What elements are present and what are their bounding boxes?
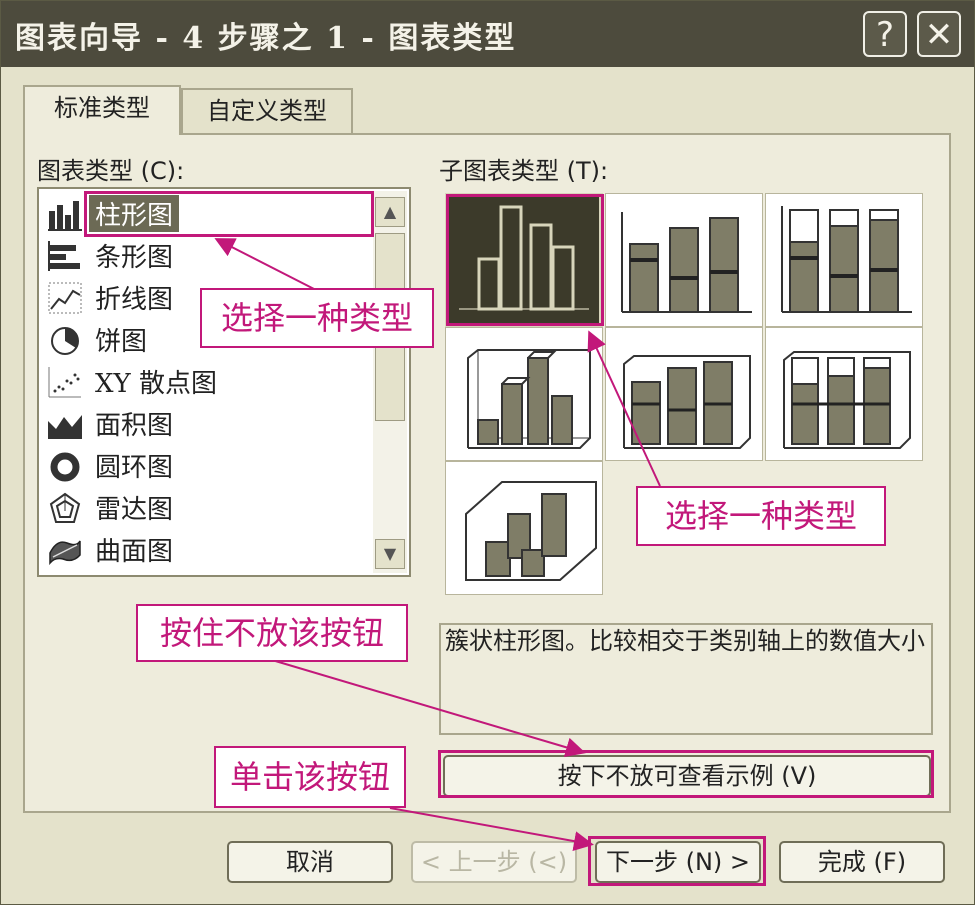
tab-standard-types[interactable]: 标准类型 <box>23 85 181 135</box>
callout-select-type-1: 选择一种类型 <box>200 288 434 348</box>
callout-hold-button: 按住不放该按钮 <box>136 604 408 662</box>
annotation-arrows <box>214 238 661 852</box>
callout-click-button: 单击该按钮 <box>214 746 406 808</box>
callout-select-type-2: 选择一种类型 <box>636 486 886 546</box>
